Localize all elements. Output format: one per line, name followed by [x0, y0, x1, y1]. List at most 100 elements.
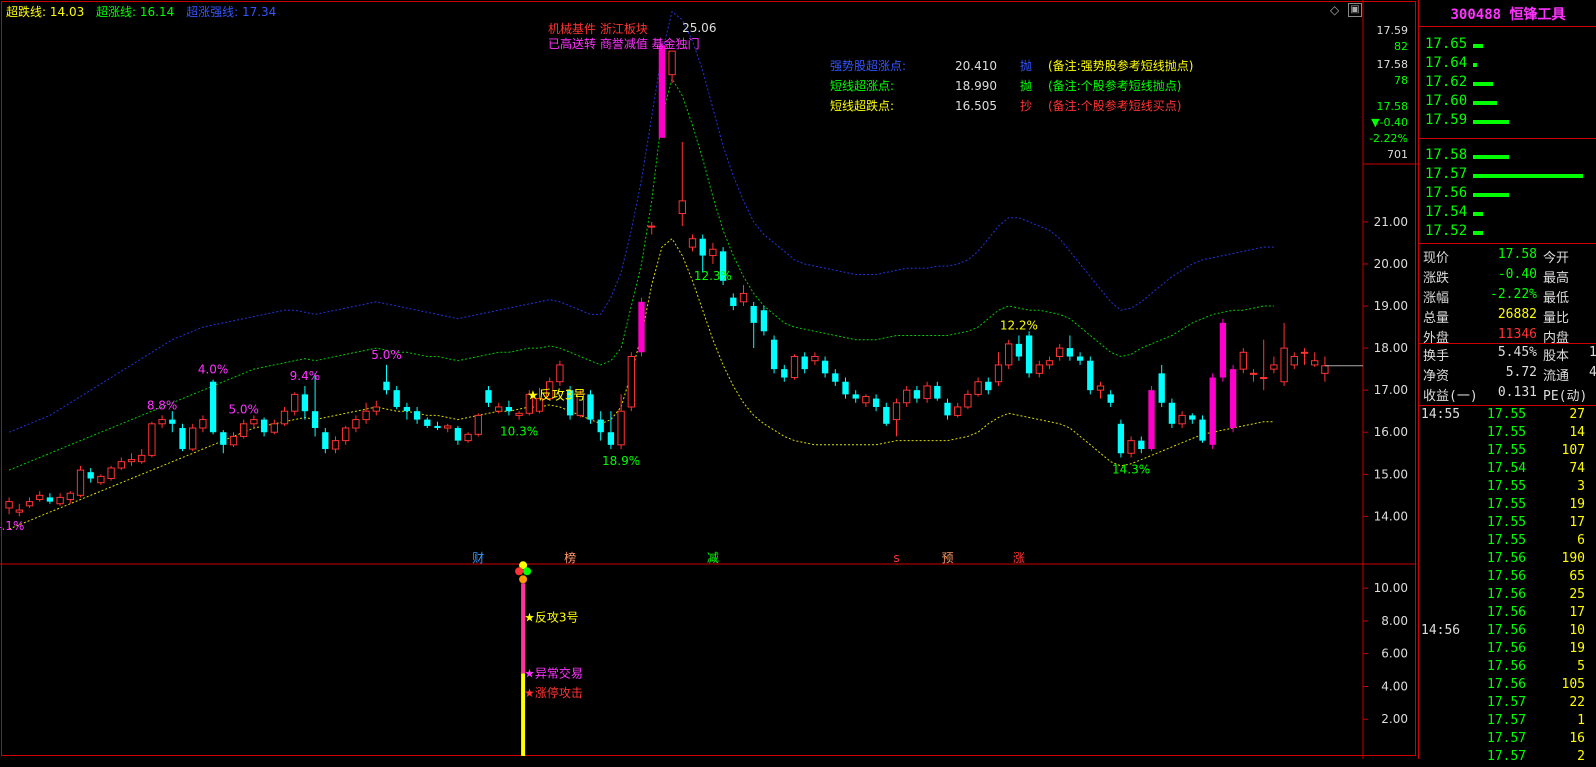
- candle-body: [699, 238, 706, 256]
- legend-name: 强势股超涨点:: [830, 58, 906, 73]
- orderbook-price: 17.57: [1425, 166, 1468, 182]
- percent-label: 9.4%: [290, 369, 321, 383]
- stat-value: 5.45%: [1497, 345, 1537, 360]
- candle-body: [454, 428, 462, 441]
- candle-body: [770, 339, 778, 370]
- tick-price: 17.56: [1487, 605, 1527, 620]
- stock-chart-window: 21.00 20.00 19.00 18.00 17.00 16.00 15.00 14.00…: [0, 0, 1596, 764]
- orderbook-row[interactable]: 17.62: [1419, 74, 1596, 93]
- signal-icon-dot: [523, 567, 532, 576]
- percent-label: 12.2%: [1000, 318, 1038, 332]
- signal-icon-dot: [519, 575, 528, 584]
- tick-volume: 19: [1569, 641, 1585, 656]
- tick-row: 17.57 1: [1419, 713, 1596, 731]
- candle-body: [648, 225, 656, 228]
- candle-body: [1321, 365, 1329, 374]
- stat-label: 总量: [1423, 311, 1450, 326]
- candlestick-chart[interactable]: 21.0020.0019.0018.0017.0016.0015.0014.00…: [0, 0, 1596, 759]
- candle-body: [362, 410, 370, 421]
- candle-body: [994, 364, 1003, 383]
- orderbook-row[interactable]: 17.59: [1419, 112, 1596, 131]
- candle-body: [1280, 347, 1288, 383]
- y-tick-label: 19.00: [1374, 299, 1408, 313]
- candle-body: [229, 435, 238, 446]
- y-tick-label: 14.00: [1374, 509, 1408, 523]
- orderbook-price: 17.65: [1425, 36, 1468, 52]
- candle-body: [240, 423, 248, 437]
- tick-row: 17.55 19: [1419, 497, 1596, 515]
- candle-body: [199, 419, 207, 429]
- tick-row: 17.56 5: [1419, 659, 1596, 677]
- candle-body: [781, 369, 788, 378]
- sub-y-tick-label: 8.00: [1381, 614, 1408, 628]
- candle-body: [1168, 402, 1176, 424]
- percent-label: 18.9%: [602, 454, 640, 468]
- collapse-panel-icon[interactable]: ▣: [1348, 3, 1362, 17]
- legend-note: (备注:强势股参考短线抛点): [1048, 58, 1193, 73]
- legend-value: 16.505: [955, 99, 997, 113]
- candle-body: [638, 301, 645, 353]
- y-tick-label: 20.00: [1374, 257, 1408, 271]
- candle-body: [1066, 348, 1074, 357]
- tick-row: 17.56 65: [1419, 569, 1596, 587]
- candle-body: [1138, 440, 1145, 450]
- strong-overbought-line-label: 超涨强线: 17.34: [186, 5, 277, 19]
- tick-price: 17.55: [1487, 407, 1527, 422]
- y-tick-label: 16.00: [1374, 425, 1408, 439]
- orderbook-row[interactable]: 17.58: [1419, 147, 1596, 166]
- orderbook-row[interactable]: 17.65: [1419, 36, 1596, 55]
- candle-body: [587, 394, 594, 420]
- stat-value: 17.58: [1497, 247, 1537, 262]
- candle-body: [383, 381, 390, 391]
- legend-signal: 抄: [1020, 99, 1032, 113]
- candle-body: [709, 248, 717, 257]
- candle-body: [688, 238, 697, 248]
- signal-icon-dot: [515, 567, 524, 576]
- candle-body: [668, 50, 676, 76]
- stat-label: 收益(一): [1423, 389, 1478, 404]
- orderbook-row[interactable]: 17.54: [1419, 204, 1596, 223]
- signal-bar-upper: [521, 583, 526, 674]
- orderbook-row[interactable]: 17.52: [1419, 223, 1596, 242]
- candle-body: [832, 373, 839, 382]
- candle-body: [352, 419, 360, 429]
- candle-body: [923, 385, 931, 400]
- tick-volume: 17: [1569, 515, 1585, 530]
- orderbook-volume-bar: [1473, 174, 1583, 178]
- tick-price: 17.56: [1487, 659, 1527, 674]
- orderbook-row[interactable]: 17.60: [1419, 93, 1596, 112]
- tick-row: 17.56 190: [1419, 551, 1596, 569]
- orderbook-volume-bar: [1473, 231, 1483, 235]
- tick-time: 14:56: [1421, 623, 1461, 638]
- percent-label: 5.0%: [371, 348, 402, 362]
- tick-row: 17.57 16: [1419, 731, 1596, 749]
- orderbook-volume-bar: [1473, 193, 1509, 197]
- candle-body: [974, 381, 982, 395]
- candle-body: [158, 419, 166, 425]
- orderbook-row[interactable]: 17.64: [1419, 55, 1596, 74]
- percent-label: 4.1%: [0, 519, 24, 533]
- legend-name: 短线超跌点:: [830, 98, 894, 113]
- candle-body: [944, 402, 951, 416]
- orderbook-volume-bar: [1473, 101, 1497, 105]
- candle-body: [760, 310, 768, 332]
- candle-body: [169, 419, 176, 424]
- candle-body: [801, 356, 808, 370]
- stat-row: 收益(一) 0.131 PE(动): [1419, 385, 1596, 405]
- stat-label: 换手: [1423, 349, 1450, 364]
- chart-frame: [1, 1, 1416, 756]
- tick-price: 17.55: [1487, 497, 1527, 512]
- diamond-icon[interactable]: ◇: [1330, 3, 1339, 17]
- candle-body: [1096, 385, 1105, 391]
- candle-body: [597, 419, 604, 433]
- stat-label: 涨跌: [1423, 271, 1450, 286]
- legend-signal: 抛: [1020, 78, 1032, 93]
- overbought-line-label: 超涨线: 16.14: [96, 5, 175, 19]
- candle-body: [617, 410, 625, 446]
- orderbook-row[interactable]: 17.57: [1419, 166, 1596, 185]
- orderbook-row[interactable]: 17.56: [1419, 185, 1596, 204]
- quote-scale-label: 701: [1387, 148, 1408, 161]
- tick-volume: 5: [1577, 659, 1585, 674]
- candle-body: [1076, 356, 1084, 361]
- tick-row: 17.57 2: [1419, 749, 1596, 767]
